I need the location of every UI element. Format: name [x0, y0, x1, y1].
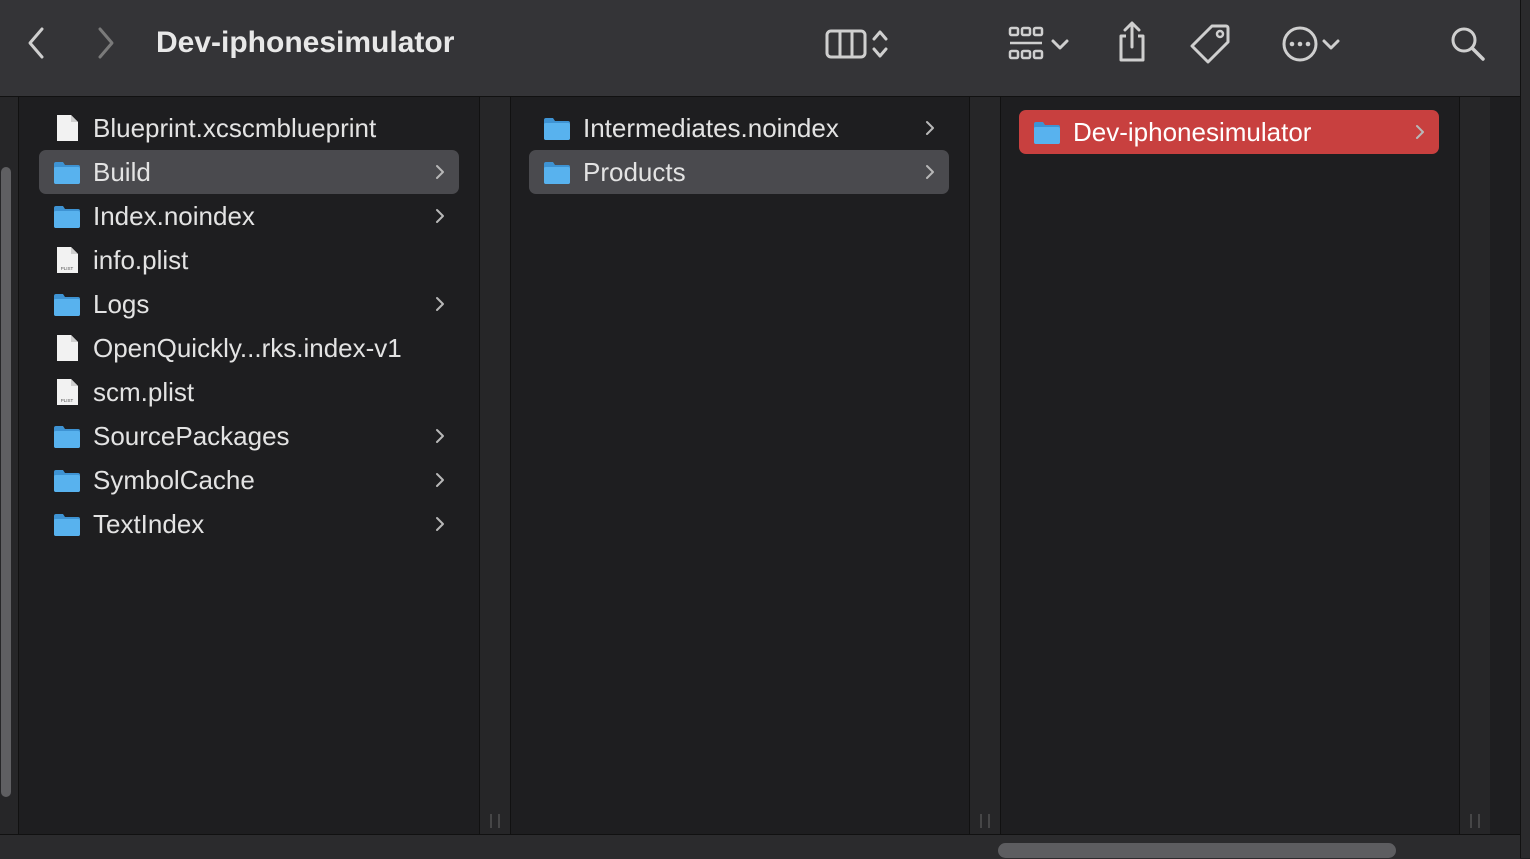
- resize-grip-icon: [490, 814, 500, 828]
- share-button[interactable]: [1110, 18, 1154, 66]
- folder-row[interactable]: TextIndex: [39, 502, 459, 546]
- column-browser: Blueprint.xcscmblueprint Build Index.noind…: [0, 97, 1520, 834]
- chevron-right-icon: [98, 27, 114, 59]
- document-icon: [53, 114, 81, 142]
- disclosure-chevron-icon: [431, 427, 449, 445]
- columns-view-icon: [825, 29, 867, 59]
- item-name: Build: [93, 157, 151, 187]
- group-button[interactable]: [998, 22, 1078, 66]
- action-menu-button[interactable]: [1274, 22, 1348, 66]
- resize-grip-icon: [1470, 814, 1480, 828]
- grid-group-icon: [1008, 26, 1044, 60]
- disclosure-chevron-icon: [431, 471, 449, 489]
- item-name: Dev-iphonesimulator: [1073, 117, 1312, 147]
- resize-grip-icon: [980, 814, 990, 828]
- disclosure-chevron-icon: [921, 119, 939, 137]
- column-resize-handle[interactable]: [479, 97, 511, 834]
- left-scrollbar-track[interactable]: [0, 97, 19, 834]
- plist-file-icon: PLIST: [53, 378, 81, 406]
- item-name: OpenQuickly...rks.index-v1: [93, 333, 402, 363]
- share-icon: [1119, 21, 1145, 62]
- column-3: Dev-iphonesimulator: [999, 97, 1459, 834]
- disclosure-chevron-icon: [431, 515, 449, 533]
- item-name: Products: [583, 157, 686, 187]
- file-row[interactable]: Blueprint.xcscmblueprint: [39, 106, 459, 150]
- horizontal-scrollbar-thumb[interactable]: [998, 843, 1396, 858]
- item-name: TextIndex: [93, 509, 205, 539]
- search-button[interactable]: [1446, 22, 1490, 66]
- plist-file-icon: PLIST: [53, 246, 81, 274]
- disclosure-chevron-icon: [431, 295, 449, 313]
- folder-row[interactable]: Build: [39, 150, 459, 194]
- sort-arrows-icon: [872, 30, 888, 58]
- folder-row[interactable]: Index.noindex: [39, 194, 459, 238]
- column-resize-handle[interactable]: [969, 97, 1001, 834]
- item-name: Index.noindex: [93, 201, 255, 231]
- folder-icon: [53, 290, 81, 318]
- back-button[interactable]: [18, 22, 54, 64]
- svg-text:PLIST: PLIST: [61, 398, 74, 403]
- file-row[interactable]: PLIST info.plist: [39, 238, 459, 282]
- column-resize-handle[interactable]: [1459, 97, 1490, 834]
- tag-button[interactable]: [1188, 20, 1234, 66]
- file-row[interactable]: OpenQuickly...rks.index-v1: [39, 326, 459, 370]
- folder-row[interactable]: SourcePackages: [39, 414, 459, 458]
- folder-icon: [543, 114, 571, 142]
- horizontal-scrollbar-track[interactable]: [0, 834, 1520, 859]
- folder-row[interactable]: Intermediates.noindex: [529, 106, 949, 150]
- item-name: scm.plist: [93, 377, 195, 407]
- folder-icon: [53, 510, 81, 538]
- folder-icon: [1033, 118, 1061, 146]
- tag-icon: [1190, 24, 1230, 64]
- folder-icon: [53, 422, 81, 450]
- folder-row[interactable]: Logs: [39, 282, 459, 326]
- more-circle-icon: [1282, 26, 1318, 62]
- view-mode-button[interactable]: [816, 22, 900, 66]
- folder-icon: [53, 158, 81, 186]
- item-name: info.plist: [93, 245, 189, 275]
- folder-row[interactable]: SymbolCache: [39, 458, 459, 502]
- item-name: Intermediates.noindex: [583, 113, 839, 143]
- search-icon: [1451, 27, 1485, 61]
- disclosure-chevron-icon: [431, 207, 449, 225]
- finder-toolbar: Dev-iphonesimulator: [0, 0, 1520, 97]
- item-name: SymbolCache: [93, 465, 255, 495]
- folder-row[interactable]: Products: [529, 150, 949, 194]
- file-row[interactable]: PLIST scm.plist: [39, 370, 459, 414]
- svg-text:PLIST: PLIST: [61, 266, 74, 271]
- disclosure-chevron-icon: [431, 163, 449, 181]
- folder-row[interactable]: Dev-iphonesimulator: [1019, 110, 1439, 154]
- item-name: Logs: [93, 289, 150, 319]
- chevron-left-icon: [28, 27, 44, 59]
- folder-icon: [543, 158, 571, 186]
- folder-icon: [53, 466, 81, 494]
- forward-button[interactable]: [88, 22, 124, 64]
- document-icon: [53, 334, 81, 362]
- chevron-down-icon: [1051, 39, 1069, 50]
- disclosure-chevron-icon: [1411, 123, 1429, 141]
- column-2: Intermediates.noindex Products: [509, 97, 969, 834]
- item-name: SourcePackages: [93, 421, 290, 451]
- folder-icon: [53, 202, 81, 230]
- column-1: Blueprint.xcscmblueprint Build Index.noind…: [19, 97, 479, 834]
- disclosure-chevron-icon: [921, 163, 939, 181]
- vertical-scrollbar-thumb[interactable]: [1, 167, 11, 797]
- window-title: Dev-iphonesimulator: [156, 26, 455, 59]
- window-edge: [1520, 0, 1530, 858]
- chevron-down-icon: [1322, 39, 1340, 50]
- item-name: Blueprint.xcscmblueprint: [93, 113, 377, 143]
